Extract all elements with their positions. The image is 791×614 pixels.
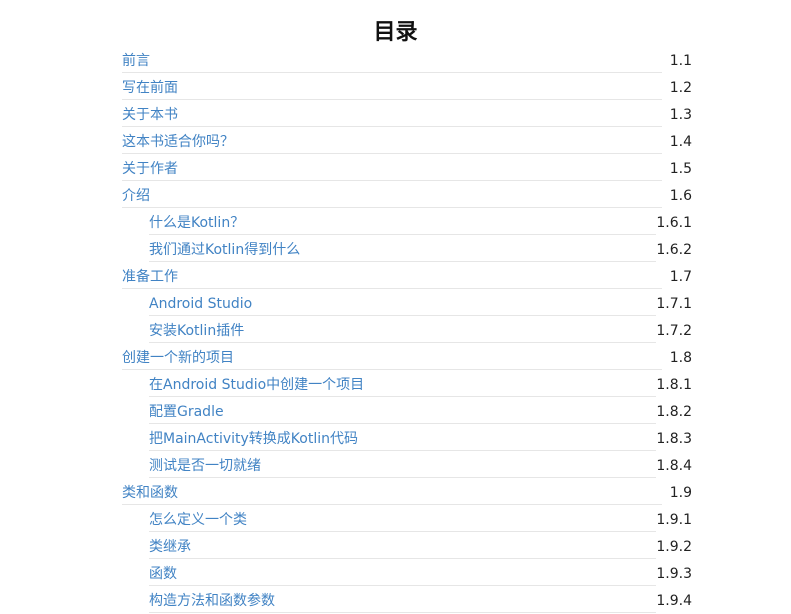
toc-entry-number: 1.3 — [669, 107, 692, 123]
toc-entry: 安装Kotlin插件 1.7.2 — [122, 317, 692, 344]
toc-entry-link[interactable]: 关于作者 — [122, 160, 178, 178]
toc-entry: 类和函数 1.9 — [122, 479, 692, 506]
toc-entry-divider — [122, 99, 662, 100]
toc-entry: 创建一个新的项目 1.8 — [122, 344, 692, 371]
toc-entry-link[interactable]: 怎么定义一个类 — [149, 511, 247, 529]
toc-entry-number: 1.6 — [669, 188, 692, 204]
page-title: 目录 — [373, 19, 418, 45]
toc-entry-number: 1.5 — [669, 161, 692, 177]
toc-entry-divider — [149, 531, 656, 532]
toc-entry-divider — [122, 180, 662, 181]
toc-entry-number: 1.2 — [669, 80, 692, 96]
toc-entry-divider — [149, 423, 656, 424]
toc-entry: 前言 1.1 — [122, 47, 692, 74]
toc-entry-link[interactable]: 介绍 — [122, 187, 150, 205]
toc-entry: 在Android Studio中创建一个项目 1.8.1 — [122, 371, 692, 398]
toc-entry: 我们通过Kotlin得到什么 1.6.2 — [122, 236, 692, 263]
toc-entry: Android Studio 1.7.1 — [122, 290, 692, 317]
toc-entry-number: 1.4 — [669, 134, 692, 150]
toc-entry-link[interactable]: 构造方法和函数参数 — [149, 592, 275, 610]
toc-entry-number: 1.6.2 — [656, 242, 692, 258]
table-of-contents: 前言 1.1 写在前面 1.2 关于本书 1.3 这本书适合你吗？ 1.4 关于作者 1.5 介绍 1… — [122, 47, 692, 614]
toc-entry-number: 1.8 — [669, 350, 692, 366]
toc-entry: 介绍 1.6 — [122, 182, 692, 209]
toc-entry-divider — [122, 288, 662, 289]
toc-entry-link[interactable]: 类继承 — [149, 538, 191, 556]
toc-entry-divider — [149, 558, 656, 559]
toc-entry-link[interactable]: Android Studio — [149, 295, 252, 313]
toc-entry-number: 1.8.4 — [656, 458, 692, 474]
toc-entry-number: 1.7.1 — [656, 296, 692, 312]
toc-entry-divider — [122, 153, 662, 154]
toc-entry-link[interactable]: 配置Gradle — [149, 403, 224, 421]
toc-entry-number: 1.8.2 — [656, 404, 692, 420]
toc-entry-divider — [149, 477, 656, 478]
toc-entry-link[interactable]: 什么是Kotlin？ — [149, 214, 244, 232]
toc-entry-divider — [122, 504, 662, 505]
toc-entry-link[interactable]: 我们通过Kotlin得到什么 — [149, 241, 300, 259]
toc-entry-divider — [149, 315, 656, 316]
toc-entry-number: 1.9.4 — [656, 593, 692, 609]
toc-entry-link[interactable]: 写在前面 — [122, 79, 178, 97]
toc-entry-divider — [149, 450, 656, 451]
toc-entry-divider — [122, 369, 662, 370]
toc-entry-link[interactable]: 测试是否一切就绪 — [149, 457, 261, 475]
toc-entry: 什么是Kotlin？ 1.6.1 — [122, 209, 692, 236]
toc-entry-link[interactable]: 这本书适合你吗？ — [122, 133, 234, 151]
toc-entry-link[interactable]: 安装Kotlin插件 — [149, 322, 244, 340]
toc-entry-link[interactable]: 在Android Studio中创建一个项目 — [149, 376, 364, 394]
toc-entry-number: 1.7 — [669, 269, 692, 285]
toc-entry-divider — [149, 234, 656, 235]
toc-entry-divider — [149, 396, 656, 397]
toc-entry: 函数 1.9.3 — [122, 560, 692, 587]
toc-entry: 关于作者 1.5 — [122, 155, 692, 182]
toc-entry-link[interactable]: 准备工作 — [122, 268, 178, 286]
toc-entry-divider — [149, 585, 656, 586]
toc-entry-link[interactable]: 类和函数 — [122, 484, 178, 502]
toc-entry-divider — [149, 612, 656, 613]
toc-entry-divider — [149, 261, 656, 262]
toc-entry-number: 1.8.3 — [656, 431, 692, 447]
toc-entry-link[interactable]: 把MainActivity转换成Kotlin代码 — [149, 430, 358, 448]
toc-entry: 类继承 1.9.2 — [122, 533, 692, 560]
toc-entry-number: 1.9.2 — [656, 539, 692, 555]
toc-entry: 写在前面 1.2 — [122, 74, 692, 101]
toc-entry-link[interactable]: 关于本书 — [122, 106, 178, 124]
toc-entry: 构造方法和函数参数 1.9.4 — [122, 587, 692, 614]
toc-entry: 准备工作 1.7 — [122, 263, 692, 290]
toc-entry-number: 1.9.3 — [656, 566, 692, 582]
toc-entry-link[interactable]: 函数 — [149, 565, 177, 583]
toc-entry-divider — [122, 72, 662, 73]
toc-entry-number: 1.7.2 — [656, 323, 692, 339]
toc-entry-link[interactable]: 创建一个新的项目 — [122, 349, 234, 367]
toc-entry: 配置Gradle 1.8.2 — [122, 398, 692, 425]
toc-entry: 测试是否一切就绪 1.8.4 — [122, 452, 692, 479]
toc-entry-number: 1.1 — [669, 53, 692, 69]
toc-entry-link[interactable]: 前言 — [122, 52, 150, 70]
toc-entry-divider — [122, 126, 662, 127]
toc-entry-number: 1.6.1 — [656, 215, 692, 231]
toc-entry-divider — [149, 342, 656, 343]
toc-entry-number: 1.8.1 — [656, 377, 692, 393]
toc-entry-divider — [122, 207, 662, 208]
toc-entry: 关于本书 1.3 — [122, 101, 692, 128]
toc-entry-number: 1.9.1 — [656, 512, 692, 528]
toc-entry: 怎么定义一个类 1.9.1 — [122, 506, 692, 533]
toc-entry: 这本书适合你吗？ 1.4 — [122, 128, 692, 155]
toc-entry: 把MainActivity转换成Kotlin代码 1.8.3 — [122, 425, 692, 452]
toc-entry-number: 1.9 — [669, 485, 692, 501]
